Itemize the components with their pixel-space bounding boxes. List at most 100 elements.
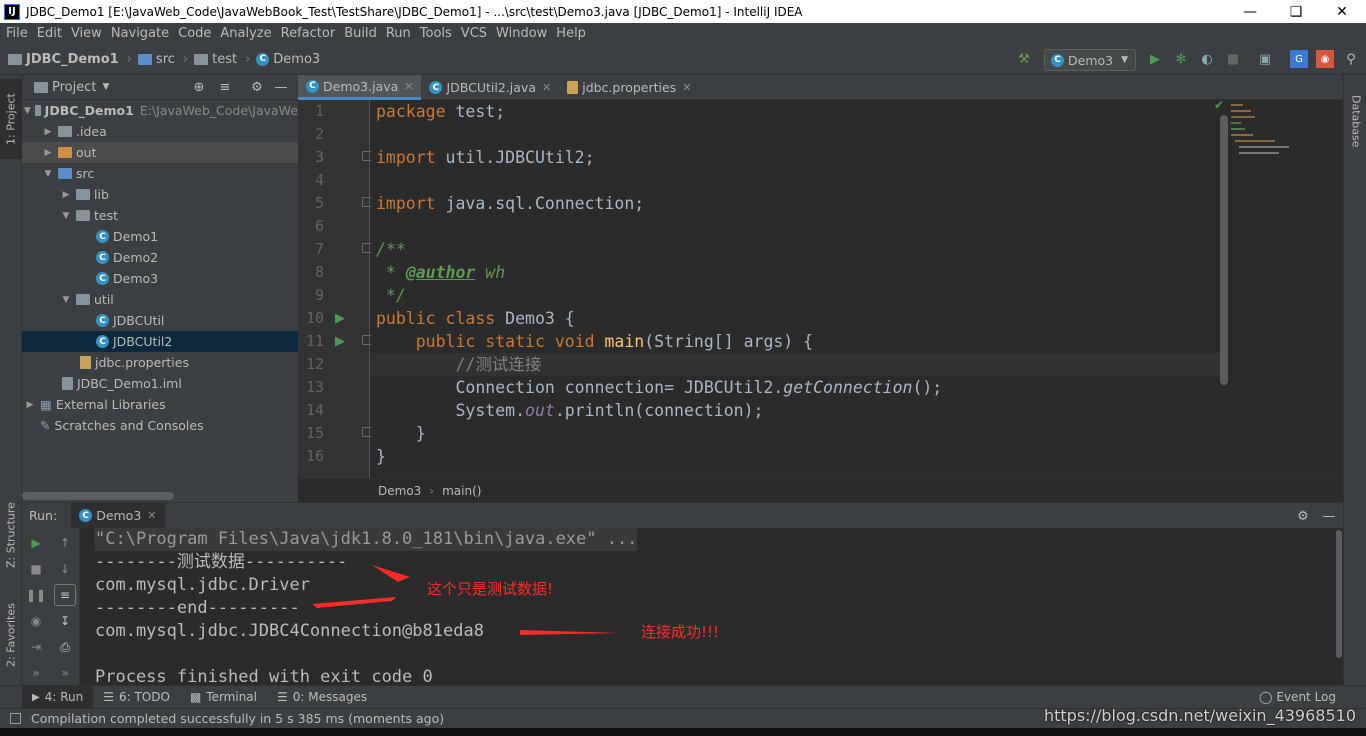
soft-wrap-icon[interactable]: ≡ [54, 584, 76, 606]
code-line: public static void main(String[] args) { [376, 330, 813, 353]
more-icon[interactable]: » [27, 664, 45, 682]
code-editor[interactable]: package test; import util.JDBCUtil2; imp… [371, 100, 1220, 478]
more-icon[interactable]: » [56, 664, 74, 682]
menu-vcs[interactable]: VCS [461, 26, 487, 41]
menu-analyze[interactable]: Analyze [220, 26, 271, 41]
tree-item-external-libraries[interactable]: ▶ ▦ External Libraries [22, 394, 298, 415]
structure-tool-tab[interactable]: Z: Structure [0, 495, 22, 575]
tree-item-jdbcutil2[interactable]: C JDBCUtil2 [22, 331, 298, 352]
breadcrumb-src[interactable]: src [137, 52, 175, 67]
console-scrollbar[interactable] [1336, 530, 1342, 658]
menu-build[interactable]: Build [344, 26, 377, 41]
menu-window[interactable]: Window [496, 26, 547, 41]
breadcrumb-class[interactable]: C Demo3 [256, 52, 320, 67]
tree-item-iml[interactable]: JDBC_Demo1.iml [22, 373, 298, 394]
coverage-icon[interactable]: ◐ [1198, 50, 1216, 68]
tree-item-demo1[interactable]: C Demo1 [22, 226, 298, 247]
run-icon[interactable]: ▶ [1146, 50, 1164, 68]
tree-item-jdbc-demo1[interactable]: ▼ JDBC_Demo1 E:\JavaWeb_Code\JavaWe [22, 100, 298, 121]
close-tab-icon[interactable]: ✕ [404, 80, 413, 93]
gear-icon[interactable]: ⚙ [1294, 507, 1312, 525]
tree-item-idea[interactable]: ▶ .idea [22, 121, 298, 142]
stop-icon[interactable]: ■ [27, 560, 45, 578]
menu-navigate[interactable]: Navigate [111, 26, 169, 41]
breadcrumb-class-demo3[interactable]: Demo3 [378, 484, 421, 498]
locate-icon[interactable]: ⊕ [190, 78, 208, 96]
class-icon: C [256, 52, 270, 66]
print-icon[interactable]: ⎙ [56, 638, 74, 656]
code-minimap[interactable] [1229, 100, 1343, 478]
tree-item-jdbc-properties[interactable]: jdbc.properties [22, 352, 298, 373]
chevron-right-icon: › [182, 51, 189, 67]
run-gutter-icon[interactable]: ▶ [335, 334, 345, 349]
tab-terminal[interactable]: ▩ Terminal [180, 686, 267, 709]
tree-item-scratches[interactable]: ✎ Scratches and Consoles [22, 415, 298, 436]
close-window-button[interactable]: ✕ [1319, 0, 1365, 23]
menu-edit[interactable]: Edit [37, 26, 62, 41]
taskbar-strip [0, 728, 1366, 736]
down-arrow-icon[interactable]: ↓ [56, 560, 74, 578]
vertical-scrollbar[interactable] [1220, 115, 1228, 385]
project-tree: ▼ JDBC_Demo1 E:\JavaWeb_Code\JavaWe ▶ .idea… [22, 100, 298, 480]
hide-panel-icon[interactable]: — [272, 78, 290, 96]
camera-icon[interactable]: ◉ [27, 612, 45, 630]
tree-item-test[interactable]: ▼ test [22, 205, 298, 226]
close-tab-icon[interactable]: ✕ [147, 509, 156, 522]
keyword: import [376, 194, 436, 213]
exit-icon[interactable]: ⇥ [27, 638, 45, 656]
build-hammer-icon[interactable]: ⚒ [1015, 50, 1033, 68]
pause-icon[interactable]: ❚❚ [26, 586, 46, 604]
tab-todo[interactable]: ☰ 6: TODO [93, 686, 180, 709]
tree-item-demo3[interactable]: C Demo3 [22, 268, 298, 289]
chevron-down-icon[interactable]: ▼ [102, 82, 109, 92]
breadcrumb-project[interactable]: JDBC_Demo1 [8, 52, 119, 67]
close-tab-icon[interactable]: ✕ [542, 81, 551, 94]
menu-file[interactable]: File [6, 26, 28, 41]
hide-panel-icon[interactable]: — [1320, 507, 1338, 525]
menu-refactor[interactable]: Refactor [281, 26, 336, 41]
tree-item-jdbcutil[interactable]: C JDBCUtil [22, 310, 298, 331]
database-tool-tab[interactable]: Database [1345, 81, 1366, 161]
run-gutter-icon[interactable]: ▶ [335, 311, 345, 326]
project-structure-icon[interactable]: ▣ [1256, 50, 1274, 68]
menu-run[interactable]: Run [386, 26, 411, 41]
tab-jdbc-properties[interactable]: jdbc.properties ✕ [559, 75, 699, 100]
search-icon[interactable]: ⚲ [1342, 50, 1360, 68]
tree-item-out[interactable]: ▶ out [22, 142, 298, 163]
menu-help[interactable]: Help [556, 26, 586, 41]
minimize-button[interactable]: — [1227, 0, 1273, 23]
tree-item-src[interactable]: ▼ src [22, 163, 298, 184]
tree-item-demo2[interactable]: C Demo2 [22, 247, 298, 268]
project-tool-tab[interactable]: 1: Project [0, 79, 22, 159]
status-toggle-icon[interactable] [10, 713, 21, 724]
breadcrumb-test[interactable]: test [194, 52, 237, 67]
rerun-icon[interactable]: ▶ [27, 534, 45, 552]
debug-bug-icon[interactable]: ✻ [1172, 50, 1190, 68]
run-console[interactable]: "C:\Program Files\Java\jdk1.8.0_181\bin\… [80, 528, 1343, 685]
class-icon: C [96, 335, 109, 348]
gear-icon[interactable]: ⚙ [248, 78, 266, 96]
favorites-tool-tab[interactable]: 2: Favorites [0, 595, 22, 675]
tab-messages[interactable]: ☰ 0: Messages [267, 686, 377, 709]
run-tab-demo3[interactable]: C Demo3 ✕ [71, 502, 165, 529]
scroll-to-end-icon[interactable]: ↧ [56, 612, 74, 630]
tab-demo3-java[interactable]: C Demo3.java ✕ [298, 75, 422, 100]
menu-code[interactable]: Code [178, 26, 211, 41]
stop-icon[interactable]: ■ [1224, 50, 1242, 68]
menu-tools[interactable]: Tools [420, 26, 452, 41]
maximize-button[interactable]: ❑ [1273, 0, 1319, 23]
run-config-select[interactable]: C Demo3 ▼ [1044, 49, 1136, 71]
up-arrow-icon[interactable]: ↑ [56, 534, 74, 552]
translate-icon[interactable]: G [1290, 50, 1308, 68]
plugin-icon[interactable]: ◉ [1316, 50, 1334, 68]
tree-item-lib[interactable]: ▶ lib [22, 184, 298, 205]
menu-view[interactable]: View [71, 26, 102, 41]
tree-item-util[interactable]: ▼ util [22, 289, 298, 310]
breadcrumb-method-main[interactable]: main() [442, 484, 481, 498]
tab-jdbcutil2-java[interactable]: C JDBCUtil2.java ✕ [421, 75, 559, 100]
close-tab-icon[interactable]: ✕ [682, 81, 691, 94]
tab-run[interactable]: ▶ 4: Run [22, 685, 94, 709]
collapse-all-icon[interactable]: ≡ [216, 78, 234, 96]
horizontal-scrollbar[interactable] [22, 492, 174, 500]
project-panel-title[interactable]: Project [52, 80, 96, 95]
